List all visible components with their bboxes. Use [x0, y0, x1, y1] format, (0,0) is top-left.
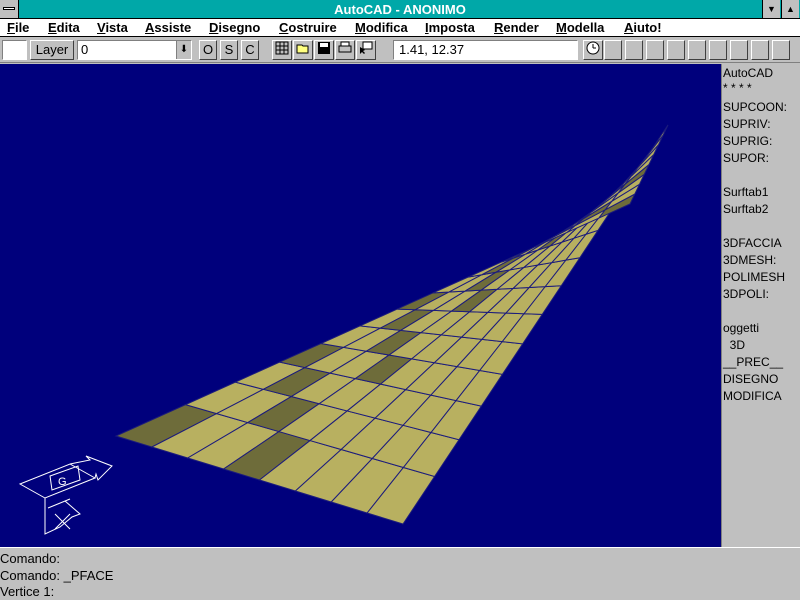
command-line: Comando:	[0, 551, 60, 566]
screen-menu-item[interactable]: __PREC__	[723, 355, 783, 369]
menu-render[interactable]: Render	[494, 20, 539, 35]
empty-tool-button[interactable]	[604, 40, 622, 60]
layer-select[interactable]: 0 ⬇	[77, 40, 192, 60]
layer-value: 0	[81, 42, 89, 57]
open-folder-icon	[296, 44, 309, 54]
menu-imposta[interactable]: Imposta	[425, 20, 475, 35]
print-button[interactable]	[335, 40, 355, 60]
surface-mesh	[114, 124, 669, 525]
copy-button[interactable]: C	[241, 40, 259, 60]
screen-menu-item[interactable]: SUPRIG:	[723, 134, 772, 148]
empty-tool-button[interactable]	[772, 40, 790, 60]
empty-tool-button[interactable]	[751, 40, 769, 60]
empty-tool-button[interactable]	[709, 40, 727, 60]
screen-menu-item[interactable]: DISEGNO	[723, 372, 778, 386]
window-title: AutoCAD - ANONIMO	[334, 2, 466, 17]
menu-vista[interactable]: Vista	[97, 20, 128, 35]
coordinates-display: 1.41, 12.37	[393, 40, 578, 60]
pointer-icon	[360, 41, 373, 54]
open-button[interactable]	[293, 40, 313, 60]
color-swatch[interactable]	[2, 40, 27, 60]
screen-menu-item[interactable]: SUPRIV:	[723, 117, 771, 131]
minimize-button[interactable]: ▼	[762, 0, 780, 18]
screen-menu-item[interactable]: 3DMESH:	[723, 253, 776, 267]
screen-menu-item[interactable]: SUPCOON:	[723, 100, 787, 114]
title-bar: AutoCAD - ANONIMO ▼ ▲	[0, 0, 800, 19]
pointer-button[interactable]	[356, 40, 376, 60]
empty-tool-button[interactable]	[730, 40, 748, 60]
grid-button[interactable]	[272, 40, 292, 60]
menu-edita[interactable]: Edita	[48, 20, 80, 35]
screen-menu-item[interactable]: POLIMESH	[723, 270, 785, 284]
command-line: Comando: _PFACE	[0, 568, 114, 583]
triangle-up-icon: ▲	[786, 4, 795, 14]
menu-file[interactable]: File	[7, 20, 29, 35]
empty-tool-button[interactable]	[646, 40, 664, 60]
clock-icon	[586, 41, 600, 55]
drawing-canvas[interactable]: G	[0, 64, 721, 547]
command-area[interactable]: Comando: Comando: _PFACE Vertice 1:	[0, 547, 800, 600]
clock-button[interactable]	[583, 40, 603, 60]
screen-menu-item[interactable]: Surftab1	[723, 185, 768, 199]
menu-disegno[interactable]: Disegno	[209, 20, 260, 35]
screen-menu-item[interactable]: SUPOR:	[723, 151, 769, 165]
empty-tool-button[interactable]	[667, 40, 685, 60]
menu-modifica[interactable]: Modifica	[355, 20, 408, 35]
command-prompt[interactable]: Vertice 1:	[0, 584, 54, 600]
dropdown-arrow-icon[interactable]: ⬇	[176, 41, 191, 59]
toolbar: Layer 0 ⬇ O S C 1.41, 12.37	[0, 37, 800, 63]
menu-aiuto[interactable]: Aiuto!	[624, 20, 662, 35]
mesh-face	[643, 124, 669, 160]
screen-menu-item[interactable]: Surftab2	[723, 202, 768, 216]
screen-menu-item[interactable]: oggetti	[723, 321, 759, 335]
print-icon	[338, 41, 352, 53]
screen-menu-item[interactable]: 3D	[723, 338, 745, 352]
triangle-down-icon: ▼	[767, 4, 776, 14]
menu-assiste[interactable]: Assiste	[145, 20, 191, 35]
screen-menu-item[interactable]: 3DFACCIA	[723, 236, 782, 250]
snap-button[interactable]: S	[220, 40, 238, 60]
screen-menu-item[interactable]: MODIFICA	[723, 389, 782, 403]
save-button[interactable]	[314, 40, 334, 60]
screen-menu-item[interactable]: 3DPOLI:	[723, 287, 769, 301]
screen-menu: AutoCAD * * * * SUPCOON: SUPRIV: SUPRIG:…	[721, 64, 800, 547]
empty-tool-button[interactable]	[625, 40, 643, 60]
empty-tool-button[interactable]	[688, 40, 706, 60]
screen-menu-item[interactable]: AutoCAD	[723, 66, 773, 80]
maximize-button[interactable]: ▲	[781, 0, 799, 18]
layer-button[interactable]: Layer	[30, 40, 74, 60]
save-disk-icon	[318, 42, 330, 54]
menu-modella[interactable]: Modella	[556, 20, 604, 35]
screen-menu-item[interactable]: * * * *	[723, 81, 752, 95]
menu-costruire[interactable]: Costruire	[279, 20, 337, 35]
osnap-button[interactable]: O	[199, 40, 217, 60]
menu-bar: File Edita Vista Assiste Disegno Costrui…	[0, 19, 800, 37]
grid-icon	[275, 41, 289, 55]
